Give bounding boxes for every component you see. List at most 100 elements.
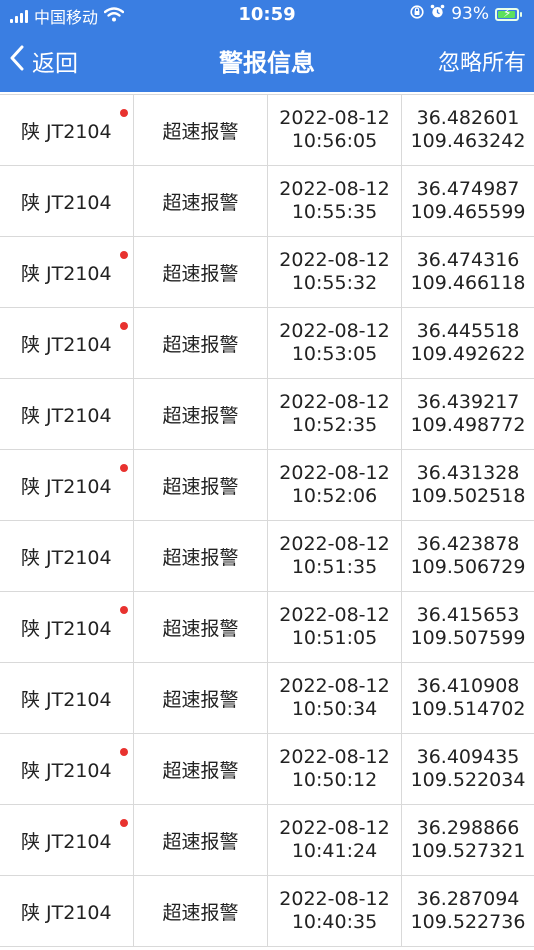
alert-type-cell: 超速报警 (134, 663, 268, 733)
longitude: 109.506729 (410, 556, 526, 578)
alert-type: 超速报警 (162, 475, 239, 498)
alert-date: 2022-08-12 (279, 107, 390, 129)
location-cell: 36.474987 109.465599 (402, 166, 534, 236)
status-bar: 中国移动 10:59 93% ⚡ (0, 0, 534, 30)
plate-cell: 陕 JT2104 (0, 521, 134, 591)
longitude: 109.498772 (410, 414, 526, 436)
longitude: 109.463242 (410, 130, 526, 152)
table-row[interactable]: 陕 JT2104 超速报警 2022-08-12 10:51:35 36.423… (0, 521, 534, 592)
plate-cell: 陕 JT2104 (0, 734, 134, 804)
plate-number: 陕 JT2104 (21, 191, 112, 214)
alert-time: 10:40:35 (291, 911, 378, 933)
unread-dot-icon (120, 109, 128, 117)
datetime-cell: 2022-08-12 10:40:35 (268, 876, 402, 946)
alert-type: 超速报警 (162, 191, 239, 214)
longitude: 109.514702 (410, 698, 526, 720)
alert-date: 2022-08-12 (279, 888, 390, 910)
datetime-cell: 2022-08-12 10:51:05 (268, 592, 402, 662)
location-cell: 36.474316 109.466118 (402, 237, 534, 307)
plate-cell: 陕 JT2104 (0, 237, 134, 307)
alert-time: 10:41:24 (291, 840, 378, 862)
alert-type-cell: 超速报警 (134, 308, 268, 378)
table-row[interactable]: 陕 JT2104 超速报警 2022-08-12 10:41:24 36.298… (0, 805, 534, 876)
alert-type: 超速报警 (162, 404, 239, 427)
latitude: 36.474987 (416, 178, 520, 200)
battery-charging-icon: ⚡ (495, 6, 522, 21)
alert-time: 10:53:05 (291, 343, 378, 365)
status-right: 93% ⚡ (410, 4, 522, 24)
location-cell: 36.287094 109.522736 (402, 876, 534, 946)
alert-type-cell: 超速报警 (134, 166, 268, 236)
alert-type-cell: 超速报警 (134, 805, 268, 875)
datetime-cell: 2022-08-12 10:53:05 (268, 308, 402, 378)
alert-time: 10:55:35 (291, 201, 378, 223)
alert-date: 2022-08-12 (279, 533, 390, 555)
unread-dot-icon (120, 748, 128, 756)
alert-time: 10:56:05 (291, 130, 378, 152)
latitude: 36.415653 (416, 604, 520, 626)
longitude: 109.507599 (410, 627, 526, 649)
unread-dot-icon (120, 251, 128, 259)
alert-time: 10:50:34 (291, 698, 378, 720)
alert-time: 10:55:32 (291, 272, 378, 294)
latitude: 36.482601 (416, 107, 520, 129)
alert-date: 2022-08-12 (279, 817, 390, 839)
alert-type: 超速报警 (162, 333, 239, 356)
plate-cell: 陕 JT2104 (0, 876, 134, 946)
alert-time: 10:51:05 (291, 627, 378, 649)
location-cell: 36.409435 109.522034 (402, 734, 534, 804)
table-row[interactable]: 陕 JT2104 超速报警 2022-08-12 10:51:05 36.415… (0, 592, 534, 663)
latitude: 36.423878 (416, 533, 520, 555)
table-row[interactable]: 陕 JT2104 超速报警 2022-08-12 10:53:05 36.445… (0, 308, 534, 379)
alert-date: 2022-08-12 (279, 604, 390, 626)
longitude: 109.465599 (410, 201, 526, 223)
unread-dot-icon (120, 819, 128, 827)
latitude: 36.409435 (416, 746, 520, 768)
location-cell: 36.410908 109.514702 (402, 663, 534, 733)
alert-date: 2022-08-12 (279, 462, 390, 484)
alert-type-cell: 超速报警 (134, 450, 268, 520)
longitude: 109.527321 (410, 840, 526, 862)
table-row[interactable]: 陕 JT2104 超速报警 2022-08-12 10:40:35 36.287… (0, 876, 534, 947)
alert-type: 超速报警 (162, 262, 239, 285)
alert-date: 2022-08-12 (279, 391, 390, 413)
datetime-cell: 2022-08-12 10:51:35 (268, 521, 402, 591)
table-row[interactable]: 陕 JT2104 超速报警 2022-08-12 10:50:12 36.409… (0, 734, 534, 805)
location-cell: 36.298866 109.527321 (402, 805, 534, 875)
latitude: 36.445518 (416, 320, 520, 342)
plate-cell: 陕 JT2104 (0, 663, 134, 733)
table-row[interactable]: 陕 JT2104 超速报警 2022-08-12 10:56:05 36.482… (0, 95, 534, 166)
table-row[interactable]: 陕 JT2104 超速报警 2022-08-12 10:52:06 36.431… (0, 450, 534, 521)
longitude: 109.502518 (410, 485, 526, 507)
alert-type: 超速报警 (162, 120, 239, 143)
datetime-cell: 2022-08-12 10:41:24 (268, 805, 402, 875)
datetime-cell: 2022-08-12 10:55:32 (268, 237, 402, 307)
datetime-cell: 2022-08-12 10:52:06 (268, 450, 402, 520)
unread-dot-icon (120, 322, 128, 330)
alert-type-cell: 超速报警 (134, 379, 268, 449)
location-cell: 36.431328 109.502518 (402, 450, 534, 520)
alert-date: 2022-08-12 (279, 320, 390, 342)
plate-cell: 陕 JT2104 (0, 450, 134, 520)
longitude: 109.522736 (410, 911, 526, 933)
alert-type-cell: 超速报警 (134, 592, 268, 662)
plate-cell: 陕 JT2104 (0, 592, 134, 662)
table-row[interactable]: 陕 JT2104 超速报警 2022-08-12 10:55:32 36.474… (0, 237, 534, 308)
table-row[interactable]: 陕 JT2104 超速报警 2022-08-12 10:50:34 36.410… (0, 663, 534, 734)
longitude: 109.492622 (410, 343, 526, 365)
latitude: 36.287094 (416, 888, 520, 910)
plate-number: 陕 JT2104 (21, 901, 112, 924)
table-row[interactable]: 陕 JT2104 超速报警 2022-08-12 10:52:35 36.439… (0, 379, 534, 450)
table-row[interactable]: 陕 JT2104 超速报警 2022-08-12 10:55:35 36.474… (0, 166, 534, 237)
orientation-lock-icon (410, 4, 424, 24)
plate-cell: 陕 JT2104 (0, 166, 134, 236)
ignore-all-button[interactable]: 忽略所有 (438, 45, 526, 77)
plate-cell: 陕 JT2104 (0, 805, 134, 875)
alert-type: 超速报警 (162, 901, 239, 924)
plate-number: 陕 JT2104 (21, 404, 112, 427)
alert-time: 10:51:35 (291, 556, 378, 578)
datetime-cell: 2022-08-12 10:50:34 (268, 663, 402, 733)
latitude: 36.410908 (416, 675, 520, 697)
alert-list[interactable]: 陕 JT2104 超速报警 2022-08-12 10:56:05 36.482… (0, 92, 534, 950)
plate-cell: 陕 JT2104 (0, 308, 134, 378)
